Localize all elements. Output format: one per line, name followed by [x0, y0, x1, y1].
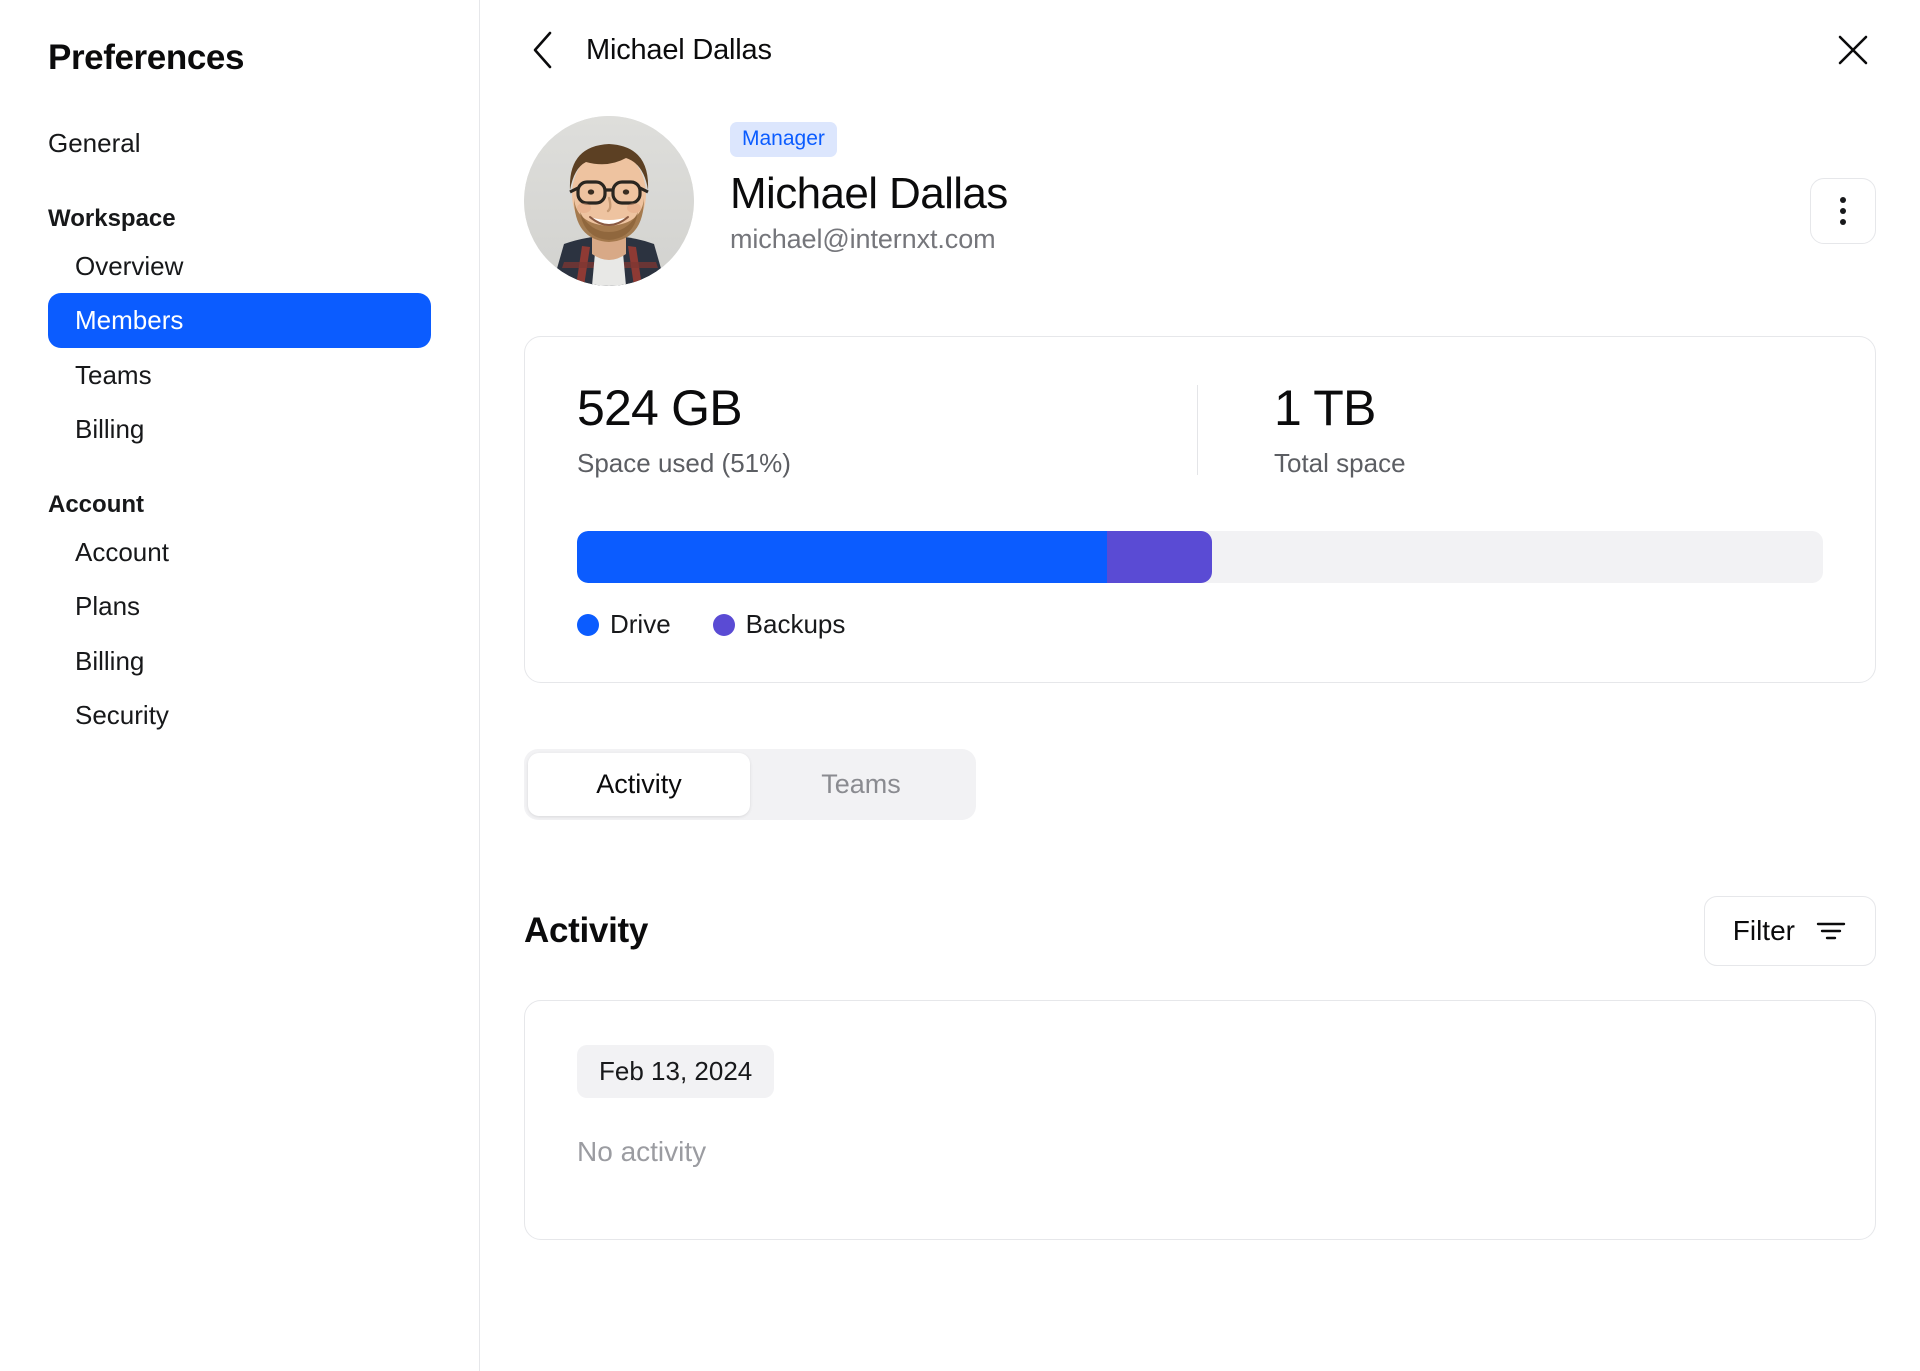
avatar-photo — [524, 116, 694, 286]
filter-icon — [1816, 922, 1846, 940]
filter-button[interactable]: Filter — [1703, 896, 1876, 966]
legend-item-drive: Drive — [577, 609, 671, 640]
profile-info: Manager Michael Dallas michael@internxt.… — [730, 116, 1810, 255]
close-icon — [1838, 35, 1868, 65]
sidebar-item-members[interactable]: Members — [0, 293, 479, 348]
activity-heading: Activity — [524, 911, 649, 950]
member-name: Michael Dallas — [730, 169, 1008, 219]
total-space-stat: 1 TB Total space — [1198, 381, 1406, 479]
sidebar-nav: General Workspace Overview Members Teams… — [0, 116, 479, 743]
tab-teams[interactable]: Teams — [750, 753, 972, 816]
sidebar-item-overview[interactable]: Overview — [0, 239, 479, 294]
total-space-value: 1 TB — [1274, 380, 1376, 436]
sidebar-item-teams[interactable]: Teams — [0, 348, 479, 403]
backups-color-dot-icon — [712, 613, 735, 636]
member-profile: Manager Michael Dallas michael@internxt.… — [480, 100, 1920, 286]
member-email: michael@internxt.com — [730, 224, 996, 255]
legend-label-backups: Backups — [745, 609, 846, 639]
total-space-label: Total space — [1274, 448, 1406, 478]
storage-card: 524 GB Space used (51%) 1 TB Total space… — [524, 336, 1876, 683]
kebab-menu-icon-dot2 — [1840, 208, 1846, 214]
kebab-menu-icon — [1840, 197, 1846, 203]
storage-segment-drive — [577, 531, 1107, 583]
avatar — [524, 116, 694, 286]
storage-stats: 524 GB Space used (51%) 1 TB Total space — [577, 381, 1823, 479]
back-button[interactable] — [520, 28, 564, 72]
sidebar-item-billing-workspace[interactable]: Billing — [0, 402, 479, 457]
member-detail-panel: Michael Dallas Manager Michael Dallas mi… — [480, 0, 1920, 1371]
sidebar-item-billing-account[interactable]: Billing — [0, 634, 479, 689]
status-badge: Manager — [730, 122, 837, 158]
panel-title: Michael Dallas — [586, 33, 772, 66]
kebab-menu-icon-dot3 — [1840, 219, 1846, 225]
activity-list-card: Feb 13, 2024 No activity — [524, 1000, 1876, 1240]
sidebar-item-general[interactable]: General — [0, 116, 479, 171]
close-button[interactable] — [1830, 27, 1876, 73]
space-used-stat: 524 GB Space used (51%) — [577, 381, 1197, 479]
activity-date-chip: Feb 13, 2024 — [577, 1045, 775, 1098]
sidebar-item-members-label: Members — [48, 293, 431, 348]
sidebar-item-plans[interactable]: Plans — [0, 579, 479, 634]
page-title: Preferences — [48, 38, 245, 77]
activity-header: Activity Filter — [524, 896, 1876, 966]
legend-item-backups: Backups — [712, 609, 846, 640]
preferences-window: Preferences General Workspace Overview M… — [0, 0, 1920, 1371]
tab-activity[interactable]: Activity — [528, 753, 750, 816]
chevron-left-icon — [533, 31, 552, 69]
activity-empty-state: No activity — [577, 1136, 707, 1167]
space-used-value: 524 GB — [577, 380, 743, 436]
storage-legend: Drive Backups — [577, 609, 1823, 640]
detail-tabs: Activity Teams — [524, 749, 976, 820]
storage-segment-backups — [1106, 531, 1213, 583]
legend-label-drive: Drive — [610, 609, 671, 639]
panel-topbar: Michael Dallas — [480, 0, 1920, 100]
sidebar-section-account: Account — [48, 490, 144, 518]
member-options-button[interactable] — [1810, 178, 1876, 244]
filter-button-label: Filter — [1732, 915, 1795, 946]
sidebar-item-security[interactable]: Security — [0, 688, 479, 743]
storage-progress-bar — [577, 531, 1823, 583]
sidebar-item-account[interactable]: Account — [0, 525, 479, 580]
drive-color-dot-icon — [577, 613, 599, 636]
preferences-sidebar: Preferences General Workspace Overview M… — [0, 0, 480, 1371]
space-used-label: Space used (51%) — [577, 448, 791, 478]
sidebar-section-workspace: Workspace — [48, 204, 176, 232]
